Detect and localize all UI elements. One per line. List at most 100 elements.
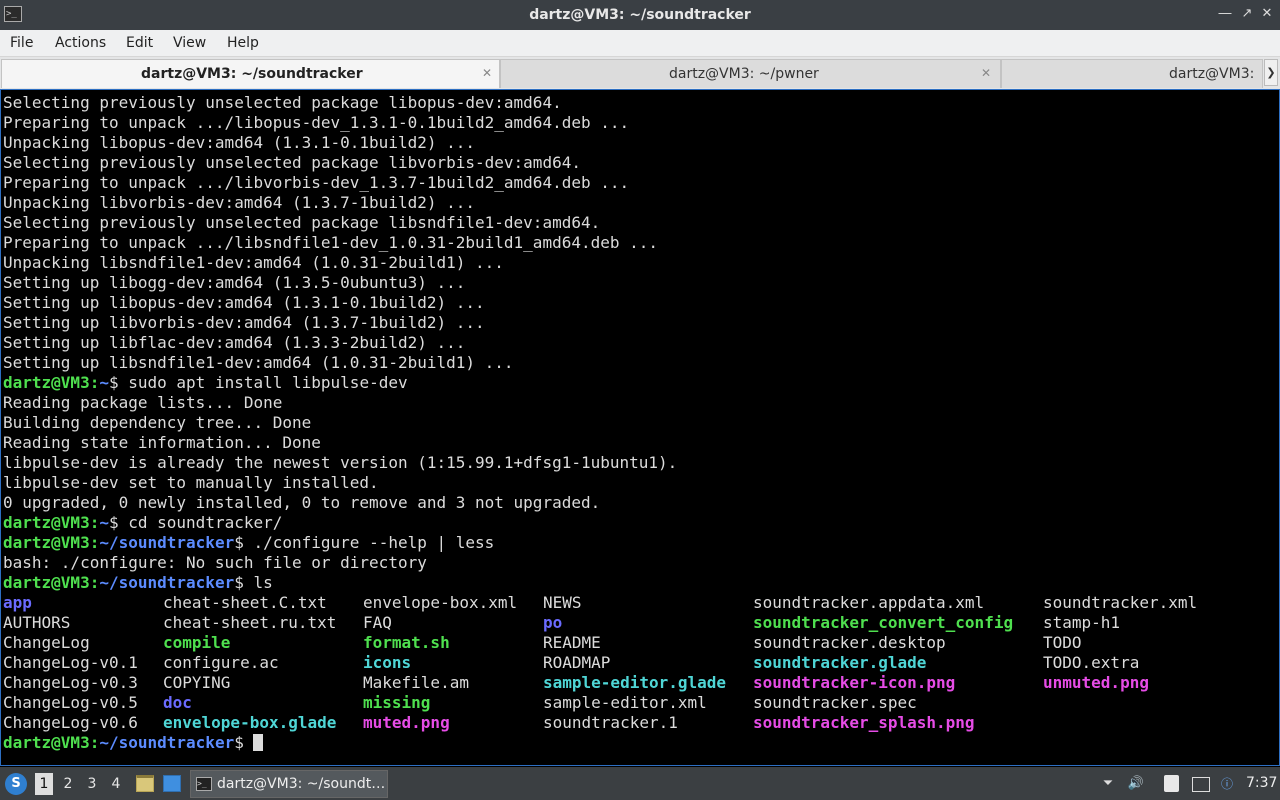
ls-entry: ROADMAP xyxy=(543,653,611,672)
file-manager-icon[interactable] xyxy=(136,775,154,792)
taskbar: S 1 2 3 4 >_ dartz@VM3: ~/soundt… ⏷ 🔊 ⓘ … xyxy=(0,767,1280,800)
output-line: Setting up libvorbis-dev:amd64 (1.3.7-1b… xyxy=(3,313,485,332)
tab-label: dartz@VM3: ~/ xyxy=(1169,66,1255,82)
taskbar-terminal-task[interactable]: >_ dartz@VM3: ~/soundt… xyxy=(190,770,388,798)
workspace-3[interactable]: 3 xyxy=(83,773,101,795)
ls-entry: sample-editor.glade xyxy=(543,673,727,692)
ls-entry: sample-editor.xml xyxy=(543,693,707,712)
prompt-user: dartz@VM3 xyxy=(3,573,90,592)
output-line: Reading package lists... Done xyxy=(3,393,283,412)
workspace-2[interactable]: 2 xyxy=(59,773,77,795)
prompt-separator: : xyxy=(89,513,100,532)
tab-label: dartz@VM3: ~/pwner xyxy=(669,66,819,82)
workspace-4[interactable]: 4 xyxy=(107,773,125,795)
output-line: Setting up libopus-dev:amd64 (1.3.1-0.1b… xyxy=(3,293,485,312)
prompt-line: dartz@VM3:~/soundtracker$ ./configure --… xyxy=(3,533,494,553)
ls-entry: README xyxy=(543,633,601,652)
command-text: $ ./configure --help | less xyxy=(234,533,495,552)
ls-entry: TODO xyxy=(1043,633,1082,652)
close-tab-icon[interactable]: ✕ xyxy=(979,66,993,80)
ls-entry: stamp-h1 xyxy=(1043,613,1121,632)
ls-entry: missing xyxy=(363,693,431,712)
menu-view[interactable]: View xyxy=(173,30,206,56)
minimize-button[interactable]: ― xyxy=(1218,7,1232,21)
ls-entry: ChangeLog-v0.6 xyxy=(3,713,138,732)
output-line: Preparing to unpack .../libsndfile1-dev_… xyxy=(3,233,659,252)
output-line: Preparing to unpack .../libopus-dev_1.3.… xyxy=(3,113,630,132)
tab-scroll-right-button[interactable]: ❯ xyxy=(1264,59,1278,86)
show-desktop-icon[interactable] xyxy=(163,775,181,792)
ls-entry: unmuted.png xyxy=(1043,673,1149,692)
close-button[interactable]: ✕ xyxy=(1260,7,1274,21)
start-menu-icon[interactable]: S xyxy=(5,773,27,795)
menu-help[interactable]: Help xyxy=(227,30,259,56)
prompt-separator: : xyxy=(89,533,100,552)
output-line: 0 upgraded, 0 newly installed, 0 to remo… xyxy=(3,493,601,512)
prompt-line: dartz@VM3:~/soundtracker$ xyxy=(3,733,264,753)
window-titlebar[interactable]: >_ dartz@VM3: ~/soundtracker ― ↗ ✕ xyxy=(0,0,1280,30)
prompt-separator: : xyxy=(89,733,100,752)
output-line: Selecting previously unselected package … xyxy=(3,213,601,232)
clock: 7:37 xyxy=(1246,775,1278,791)
ls-entry: soundtracker.appdata.xml xyxy=(753,593,985,612)
volume-icon[interactable]: 🔊 xyxy=(1127,775,1145,793)
menu-edit[interactable]: Edit xyxy=(126,30,153,56)
ls-entry: doc xyxy=(163,693,192,712)
close-tab-icon[interactable]: ✕ xyxy=(480,66,494,80)
ls-entry: soundtracker.spec xyxy=(753,693,917,712)
ls-entry: soundtracker.glade xyxy=(753,653,927,672)
prompt-line: dartz@VM3:~/soundtracker$ ls xyxy=(3,573,273,593)
output-line: Unpacking libopus-dev:amd64 (1.3.1-0.1bu… xyxy=(3,133,476,152)
ls-entry: soundtracker.xml xyxy=(1043,593,1198,612)
tab-soundtracker[interactable]: dartz@VM3: ~/soundtracker ✕ xyxy=(1,59,500,88)
output-line: Setting up libsndfile1-dev:amd64 (1.0.31… xyxy=(3,353,514,372)
prompt-user: dartz@VM3 xyxy=(3,533,90,552)
output-line: Unpacking libvorbis-dev:amd64 (1.3.7-1bu… xyxy=(3,193,476,212)
output-line: Building dependency tree... Done xyxy=(3,413,312,432)
menu-bar: File Actions Edit View Help xyxy=(0,30,1280,57)
ls-entry: TODO.extra xyxy=(1043,653,1140,672)
ls-entry: ChangeLog-v0.1 xyxy=(3,653,138,672)
ls-entry: cheat-sheet.ru.txt xyxy=(163,613,337,632)
menu-actions[interactable]: Actions xyxy=(55,30,106,56)
prompt-separator: : xyxy=(89,373,100,392)
command-text: $ xyxy=(234,733,254,752)
prompt-path: ~ xyxy=(99,373,109,392)
output-line: bash: ./configure: No such file or direc… xyxy=(3,553,427,572)
ls-entry: muted.png xyxy=(363,713,450,732)
tab-pwner[interactable]: dartz@VM3: ~/pwner ✕ xyxy=(500,59,1001,88)
workspace-1[interactable]: 1 xyxy=(35,773,53,795)
ls-entry: po xyxy=(543,613,563,632)
chevron-right-icon: ❯ xyxy=(1266,66,1276,79)
task-label: dartz@VM3: ~/soundt… xyxy=(217,776,386,792)
notification-icon[interactable]: ⓘ xyxy=(1218,775,1236,793)
ls-entry: COPYING xyxy=(163,673,231,692)
tab-label: dartz@VM3: ~/soundtracker xyxy=(141,66,363,82)
output-line: Selecting previously unselected package … xyxy=(3,93,562,112)
command-text: $ sudo apt install libpulse-dev xyxy=(108,373,408,392)
prompt-user: dartz@VM3 xyxy=(3,373,90,392)
ls-entry: ChangeLog-v0.5 xyxy=(3,693,138,712)
output-line: Unpacking libsndfile1-dev:amd64 (1.0.31-… xyxy=(3,253,504,272)
ls-entry: configure.ac xyxy=(163,653,279,672)
prompt-line: dartz@VM3:~$ sudo apt install libpulse-d… xyxy=(3,373,408,393)
terminal-output[interactable]: Selecting previously unselected package … xyxy=(0,89,1280,766)
menu-file[interactable]: File xyxy=(10,30,33,56)
prompt-path: ~/soundtracker xyxy=(99,573,235,592)
ls-entry: NEWS xyxy=(543,593,582,612)
tab-home[interactable]: dartz@VM3: ~/ xyxy=(1001,59,1263,88)
ls-entry: icons xyxy=(363,653,412,672)
clipboard-icon[interactable] xyxy=(1164,775,1179,792)
ls-entry: ChangeLog-v0.3 xyxy=(3,673,138,692)
ls-entry: soundtracker_splash.png xyxy=(753,713,975,732)
maximize-button[interactable]: ↗ xyxy=(1240,7,1254,21)
output-line: libpulse-dev set to manually installed. xyxy=(3,473,379,492)
prompt-path: ~ xyxy=(99,513,109,532)
output-line: Setting up libogg-dev:amd64 (1.3.5-0ubun… xyxy=(3,273,466,292)
prompt-user: dartz@VM3 xyxy=(3,513,90,532)
output-line: Selecting previously unselected package … xyxy=(3,153,581,172)
command-text: $ ls xyxy=(234,573,273,592)
network-icon[interactable] xyxy=(1192,777,1210,792)
window-title: dartz@VM3: ~/soundtracker xyxy=(529,7,751,23)
tray-eject-icon[interactable]: ⏷ xyxy=(1099,775,1117,793)
